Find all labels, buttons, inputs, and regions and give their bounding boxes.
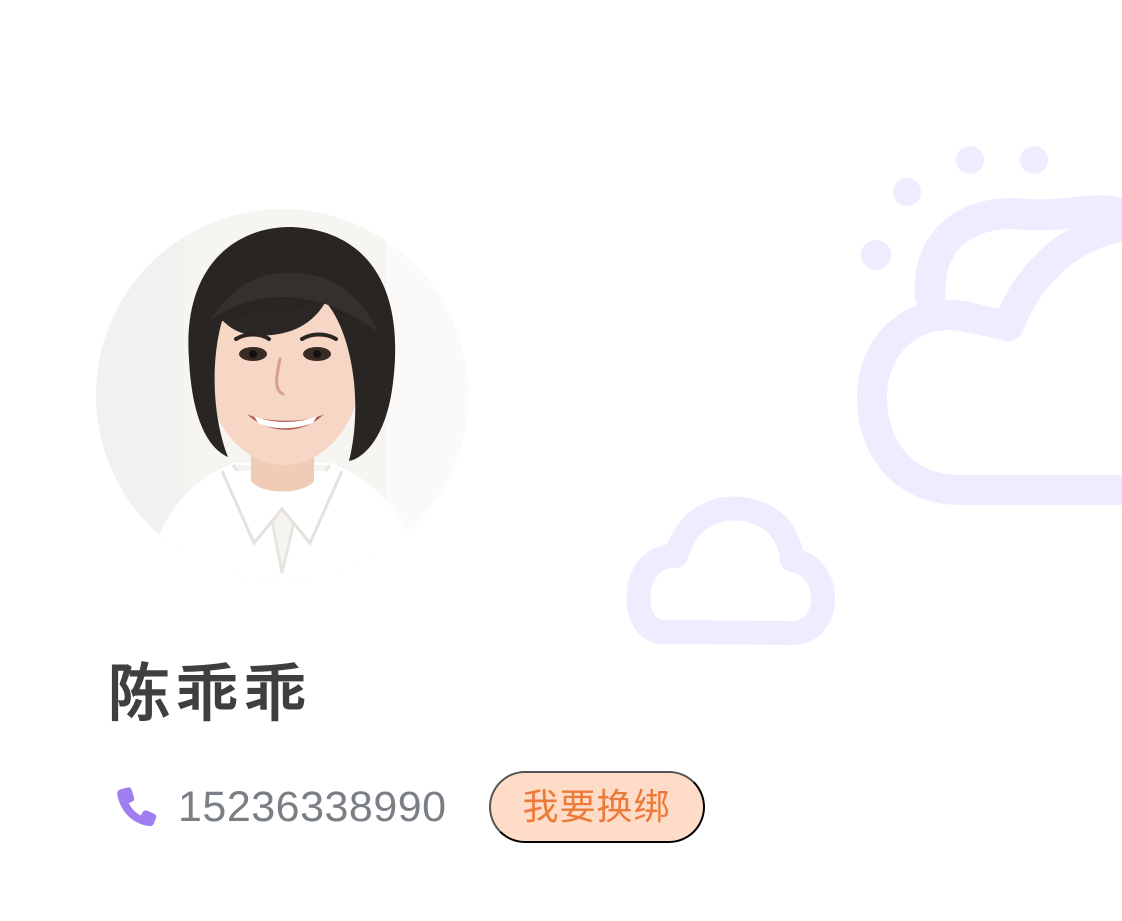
phone-row: 15236338990 我要换绑 xyxy=(112,770,705,844)
avatar xyxy=(96,209,468,581)
user-name: 陈乖乖 xyxy=(108,657,313,730)
sun-cloud-icon xyxy=(857,146,1122,505)
rebind-phone-button[interactable]: 我要换绑 xyxy=(488,771,705,843)
profile-card: 陈乖乖 15236338990 我要换绑 xyxy=(0,0,1122,921)
phone-number: 15236338990 xyxy=(178,783,447,831)
profile-photo xyxy=(96,209,468,581)
cloud-icon xyxy=(626,496,836,645)
phone-icon xyxy=(117,787,157,827)
